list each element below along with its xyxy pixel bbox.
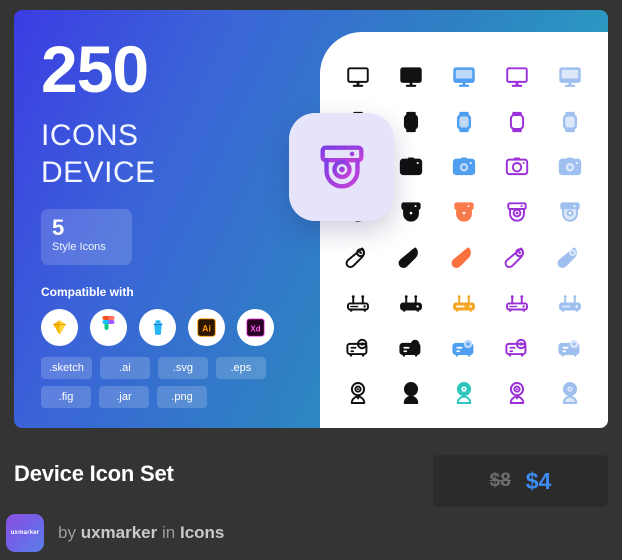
icon-showcase-panel <box>320 32 608 428</box>
smartwatch-icon-solid[interactable] <box>396 107 426 137</box>
camera-icon-duotone-blue[interactable] <box>449 152 479 182</box>
dome-security-camera-icon <box>319 145 364 189</box>
featured-icon-tile <box>289 113 394 221</box>
adobe-illustrator-app-icon: Ai <box>188 309 225 347</box>
byline: by uxmarker in Icons <box>58 523 224 543</box>
webcam-icon-flat-blue[interactable] <box>555 378 585 408</box>
format-tag: .svg <box>157 357 208 380</box>
smartwatch-icon-duotone-blue[interactable] <box>449 107 479 137</box>
projector-icon-flat-blue[interactable] <box>555 333 585 363</box>
price-original: $8 <box>489 470 511 491</box>
smartwatch-icon-flat-blue[interactable] <box>555 107 585 137</box>
jar-app-icon <box>139 309 176 347</box>
icon-count: 250 <box>41 32 149 106</box>
computer-mouse-icon-outline-purple[interactable] <box>502 243 532 273</box>
file-format-row-2: .fig .jar .png <box>41 386 334 409</box>
wifi-router-icon-duotone-blue[interactable] <box>449 288 479 318</box>
author-row[interactable]: uxmarker by uxmarker in Icons <box>6 514 224 552</box>
by-word: by <box>58 523 76 542</box>
webcam-icon-solid[interactable] <box>396 378 426 408</box>
dome-security-camera-icon-duotone-blue[interactable] <box>449 197 479 227</box>
file-format-tags: .sketch .ai .svg .eps .fig .jar .png <box>41 357 334 409</box>
desktop-monitor-icon-flat-blue[interactable] <box>555 62 585 92</box>
wifi-router-icon-solid[interactable] <box>396 288 426 318</box>
camera-icon-solid[interactable] <box>396 152 426 182</box>
desktop-monitor-icon-solid[interactable] <box>396 62 426 92</box>
wifi-router-icon-flat-blue[interactable] <box>555 288 585 318</box>
computer-mouse-icon-flat-blue[interactable] <box>555 243 585 273</box>
in-word: in <box>162 523 176 542</box>
style-count-label: Style Icons <box>52 241 106 254</box>
desktop-monitor-icon-duotone-blue[interactable] <box>449 62 479 92</box>
icon-grid <box>320 32 608 428</box>
style-count-value: 5 <box>52 215 65 241</box>
price-discounted: $4 <box>525 467 552 494</box>
avatar[interactable]: uxmarker <box>6 514 44 552</box>
webcam-icon-outline[interactable] <box>343 378 373 408</box>
camera-icon-flat-blue[interactable] <box>555 152 585 182</box>
file-format-row-1: .sketch .ai .svg .eps <box>41 357 334 380</box>
sketch-app-icon <box>41 309 78 347</box>
svg-text:Ai: Ai <box>202 324 211 334</box>
format-tag: .fig <box>41 386 91 409</box>
webcam-icon-duotone-blue[interactable] <box>449 378 479 408</box>
webcam-icon-outline-purple[interactable] <box>502 378 532 408</box>
svg-text:Xd: Xd <box>250 325 260 334</box>
format-tag: .ai <box>99 357 150 380</box>
compatible-apps-row: Ai Xd <box>41 309 334 347</box>
projector-icon-outline[interactable] <box>343 333 373 363</box>
dome-security-camera-icon-flat-blue[interactable] <box>555 197 585 227</box>
desktop-monitor-icon-outline[interactable] <box>343 62 373 92</box>
format-tag: .eps <box>215 357 266 380</box>
dome-security-camera-icon-solid[interactable] <box>396 197 426 227</box>
preview-card[interactable]: 250 ICONS DEVICE 5 Style Icons Compatibl… <box>14 10 608 428</box>
figma-app-icon <box>90 309 127 347</box>
style-count-badge: 5 Style Icons <box>41 209 132 266</box>
wifi-router-icon-outline[interactable] <box>343 288 373 318</box>
adobe-xd-app-icon: Xd <box>237 309 274 347</box>
desktop-monitor-icon-outline-purple[interactable] <box>502 62 532 92</box>
category-link[interactable]: Icons <box>180 523 224 542</box>
format-tag: .png <box>157 386 207 409</box>
format-tag: .sketch <box>41 357 92 380</box>
dome-security-camera-icon-outline-purple[interactable] <box>502 197 532 227</box>
computer-mouse-icon-solid[interactable] <box>396 243 426 273</box>
wifi-router-icon-outline-purple[interactable] <box>502 288 532 318</box>
projector-icon-duotone-blue[interactable] <box>449 333 479 363</box>
projector-icon-solid[interactable] <box>396 333 426 363</box>
product-card-page: 250 ICONS DEVICE 5 Style Icons Compatibl… <box>0 0 622 560</box>
promo-panel: 250 ICONS DEVICE 5 Style Icons Compatibl… <box>14 10 334 428</box>
author-link[interactable]: uxmarker <box>81 523 158 542</box>
format-tag: .jar <box>99 386 149 409</box>
page-title: Device Icon Set <box>14 461 174 486</box>
computer-mouse-icon-duotone-blue[interactable] <box>449 243 479 273</box>
camera-icon-outline-purple[interactable] <box>502 152 532 182</box>
compatible-with-title: Compatible with <box>41 285 134 300</box>
price-badge[interactable]: $8 $4 <box>433 455 608 507</box>
computer-mouse-icon-outline[interactable] <box>343 243 373 273</box>
projector-icon-outline-purple[interactable] <box>502 333 532 363</box>
smartwatch-icon-outline-purple[interactable] <box>502 107 532 137</box>
